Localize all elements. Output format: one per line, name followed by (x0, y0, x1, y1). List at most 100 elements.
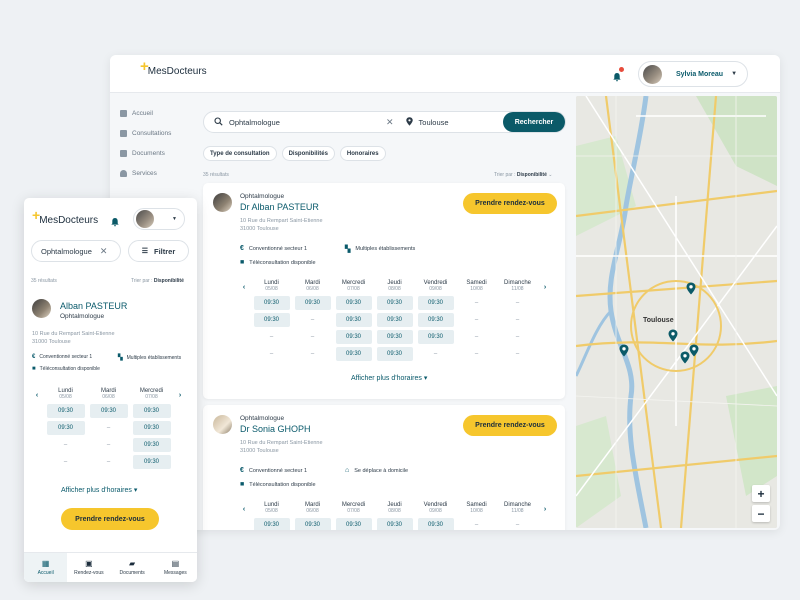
zoom-in-button[interactable]: + (752, 485, 770, 502)
doctor-name[interactable]: Dr Sonia GHOPH (240, 424, 311, 434)
map[interactable]: Toulouse + − (576, 96, 777, 528)
empty-slot: – (310, 317, 315, 323)
time-slot[interactable]: 09:30 (417, 313, 454, 327)
tab-rendez-vous[interactable]: ▣ Rendez-vous (67, 553, 110, 582)
more-hours-label: Afficher plus d'horaires (61, 487, 132, 494)
chevron-right-icon[interactable]: › (173, 388, 187, 399)
empty-slot: – (310, 334, 315, 340)
clear-icon[interactable]: ✕ (100, 246, 108, 257)
user-menu[interactable]: Sylvia Moreau ▼ (638, 61, 748, 87)
day-date: 06/08 (102, 394, 115, 400)
chevron-left-icon[interactable]: ‹ (237, 502, 251, 513)
search-input[interactable]: Ophtalmologue ✕ (31, 240, 121, 262)
map-city-label: Toulouse (643, 317, 674, 324)
feature-label: Multiples établissements (126, 354, 182, 361)
more-hours-link[interactable]: Afficher plus d'horaires ▾ (351, 374, 427, 382)
time-slot[interactable]: 09:30 (253, 518, 290, 530)
time-slot[interactable]: 09:30 (376, 313, 413, 327)
search-button[interactable]: Rechercher (503, 112, 565, 132)
time-slot[interactable]: 09:30 (417, 518, 454, 530)
zoom-out-button[interactable]: − (752, 505, 770, 522)
map-pin-icon[interactable] (686, 282, 696, 295)
logo-plus: + (140, 58, 149, 75)
map-pin-icon[interactable] (668, 329, 678, 342)
notification-bell-icon[interactable] (110, 214, 120, 227)
address-line: 10 Rue du Rempart Saint-Etienne (32, 331, 115, 337)
time-slot[interactable]: 09:30 (376, 347, 413, 361)
location-input[interactable]: Toulouse (419, 118, 499, 127)
time-slot[interactable]: 09:30 (335, 313, 372, 327)
book-appointment-button[interactable]: Prendre rendez-vous (61, 508, 159, 530)
book-appointment-button[interactable]: Prendre rendez-vous (463, 193, 557, 214)
filter-honoraires[interactable]: Honoraires (339, 146, 386, 161)
euro-icon: € (240, 245, 244, 252)
sidebar-item-documents[interactable]: Documents (120, 143, 200, 163)
time-slot[interactable]: 09:30 (46, 421, 85, 435)
day-date: 07/08 (347, 508, 360, 514)
time-slot[interactable]: 09:30 (294, 296, 331, 310)
map-pin-icon[interactable] (619, 344, 629, 357)
time-slot[interactable]: 09:30 (335, 518, 372, 530)
more-hours-link[interactable]: Afficher plus d'horaires ▾ (61, 486, 137, 494)
bottom-tab-bar: ▦ Accueil ▣ Rendez-vous ▰ Documents ▤ Me… (24, 552, 197, 582)
logo-text: MesDocteurs (39, 214, 99, 226)
doctor-address: 10 Rue du Rempart Saint-Etienne 31000 To… (240, 439, 323, 455)
time-slot[interactable]: 09:30 (132, 404, 171, 418)
doctor-name[interactable]: Dr Alban PASTEUR (240, 202, 319, 212)
sort-dropdown[interactable]: Trier par : Disponibilité ⌄ (494, 172, 552, 178)
time-slot[interactable]: 09:30 (376, 330, 413, 344)
time-slot[interactable]: 09:30 (376, 296, 413, 310)
location-pin-icon (405, 116, 413, 128)
time-slot[interactable]: 09:30 (132, 438, 171, 452)
notification-bell-icon[interactable] (612, 67, 624, 82)
day-column: Jeudi 08/08 09:30 (374, 502, 415, 530)
filter-button[interactable]: ☰ Filtrer (128, 240, 189, 262)
tab-messages[interactable]: ▤ Messages (154, 553, 197, 582)
filter-icon: ☰ (141, 248, 148, 255)
video-icon: ■ (32, 366, 36, 372)
map-pin-icon[interactable] (689, 344, 699, 357)
time-slot[interactable]: 09:30 (335, 347, 372, 361)
time-slot[interactable]: 09:30 (335, 296, 372, 310)
folder-plus-icon: ▰ (129, 559, 136, 568)
time-slot[interactable]: 09:30 (132, 421, 171, 435)
time-slot[interactable]: 09:30 (46, 404, 85, 418)
chevron-left-icon[interactable]: ‹ (237, 280, 251, 291)
doctor-specialty: Ophtalmologue (240, 415, 285, 422)
chevron-down-icon: ▼ (172, 216, 177, 222)
time-slot[interactable]: 09:30 (417, 330, 454, 344)
time-slot[interactable]: 09:30 (376, 518, 413, 530)
time-slot[interactable]: 09:30 (335, 330, 372, 344)
time-slot[interactable]: 09:30 (253, 313, 290, 327)
filter-type-consultation[interactable]: Type de consultation (203, 146, 277, 161)
logo[interactable]: + MesDocteurs (32, 207, 99, 228)
time-slot[interactable]: 09:30 (417, 296, 454, 310)
clear-icon[interactable]: ✕ (386, 117, 394, 128)
sidebar-item-services[interactable]: Services (120, 163, 200, 183)
building-icon: ▚ (345, 246, 351, 253)
user-menu[interactable]: ▼ (133, 208, 185, 230)
sort-dropdown[interactable]: Trier par : Disponibilité (131, 278, 184, 284)
tab-accueil[interactable]: ▦ Accueil (24, 553, 68, 582)
chevron-right-icon[interactable]: › (538, 280, 552, 291)
feature-home-visit: ⌂ Se déplace à domicile (345, 467, 408, 474)
empty-slot: – (474, 317, 479, 323)
doctor-name[interactable]: Alban PASTEUR (60, 301, 127, 311)
map-pin-icon[interactable] (680, 351, 690, 364)
search-input[interactable]: Ophtalmologue (229, 118, 379, 127)
grid-icon: ▦ (41, 559, 50, 568)
time-slot[interactable]: 09:30 (89, 404, 128, 418)
time-slot[interactable]: 09:30 (253, 296, 290, 310)
tab-documents[interactable]: ▰ Documents (111, 553, 154, 582)
sidebar-item-consultations[interactable]: Consultations (120, 123, 200, 143)
logo[interactable]: + MesDocteurs (140, 58, 207, 80)
book-appointment-button[interactable]: Prendre rendez-vous (463, 415, 557, 436)
address-line: 31000 Toulouse (240, 448, 279, 454)
chevron-left-icon[interactable]: ‹ (30, 388, 44, 399)
sidebar-item-accueil[interactable]: Accueil (120, 103, 200, 123)
time-slot[interactable]: 09:30 (132, 455, 171, 469)
time-slot[interactable]: 09:30 (294, 518, 331, 530)
filter-disponibilites[interactable]: Disponibilités (281, 146, 335, 161)
sidebar-item-label: Documents (132, 149, 165, 157)
chevron-right-icon[interactable]: › (538, 502, 552, 513)
